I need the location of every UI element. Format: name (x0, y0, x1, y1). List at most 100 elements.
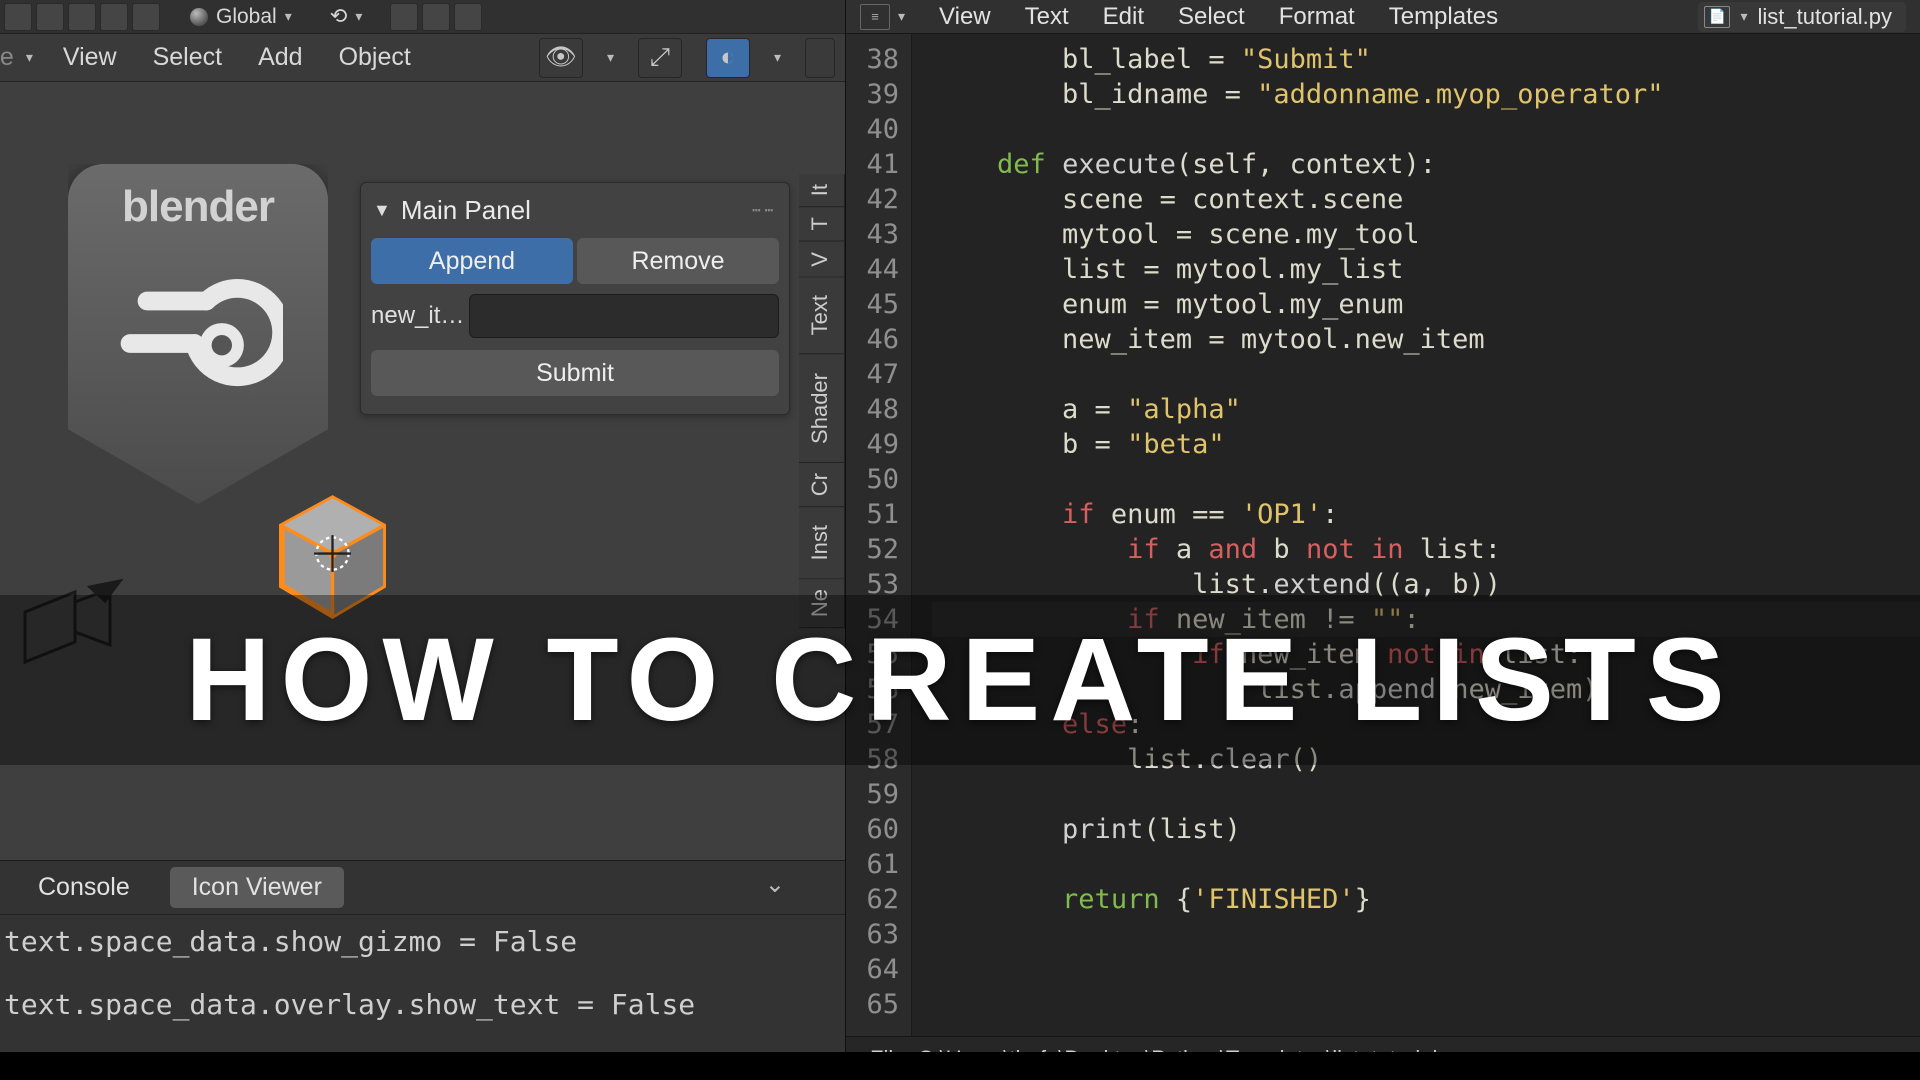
pivot-icon: ⟲ (330, 4, 348, 29)
select-mode-icon[interactable] (132, 3, 160, 31)
console-panel: Console Icon Viewer ⌄ text.space_data.sh… (0, 860, 845, 1080)
console-line: text.space_data.overlay.show_text = Fals… (4, 988, 841, 1021)
menu-add[interactable]: Add (252, 39, 308, 76)
code-line[interactable] (932, 462, 1920, 497)
code-line[interactable]: else: (932, 707, 1920, 742)
tab-inst[interactable]: Inst (799, 507, 845, 579)
pivot-dropdown[interactable]: ⟲ ▾ (324, 2, 369, 32)
code-line[interactable]: def execute(self, context): (932, 147, 1920, 182)
tab-text[interactable]: Text (799, 277, 845, 354)
code-line[interactable] (932, 357, 1920, 392)
console-tab[interactable]: Console (16, 867, 152, 908)
chevron-down-icon: ▾ (898, 8, 905, 25)
field-label: new_it… (371, 294, 463, 338)
gizmo-visibility-icon[interactable]: 👁 (539, 38, 583, 78)
overlay-toggle-icon[interactable]: ⤢ (638, 38, 682, 78)
tab-tool[interactable]: T (799, 207, 845, 241)
tab-ne[interactable]: Ne (799, 579, 845, 628)
shading-mode-icon[interactable]: ◐ (706, 38, 750, 78)
menu-object[interactable]: Object (333, 39, 417, 76)
tab-shader[interactable]: Shader (799, 355, 845, 463)
blender-logo-icon (113, 250, 283, 420)
main-panel: ▼ Main Panel ┅┅ Append Remove new_it… (360, 182, 790, 415)
code-line[interactable]: if enum == 'OP1': (932, 497, 1920, 532)
icon-viewer-tab[interactable]: Icon Viewer (170, 867, 344, 908)
menu-format[interactable]: Format (1279, 3, 1355, 31)
code-line[interactable] (932, 847, 1920, 882)
code-line[interactable] (932, 987, 1920, 1022)
select-mode-icon[interactable] (36, 3, 64, 31)
code-line[interactable]: mytool = scene.my_tool (932, 217, 1920, 252)
code-line[interactable]: bl_idname = "addonname.myop_operator" (932, 77, 1920, 112)
text-editor-header: ≡ ▾ View Text Edit Select Format Templat… (846, 0, 1920, 34)
menu-text[interactable]: Text (1025, 3, 1069, 31)
default-cube[interactable] (275, 492, 390, 622)
code-line[interactable]: enum = mytool.my_enum (932, 287, 1920, 322)
orientation-dropdown[interactable]: Global ▾ (182, 2, 302, 32)
tab-view[interactable]: V (799, 242, 845, 278)
remove-button[interactable]: Remove (577, 238, 779, 284)
code-line[interactable]: bl_label = "Submit" (932, 42, 1920, 77)
snap-icon[interactable] (390, 3, 418, 31)
n-panel-tabs: It T V Text Shader Cr Inst Ne (799, 174, 845, 629)
viewport-menubar: de ▾ View Select Add Object 👁 ▾ ⤢ ◐ ▾ (0, 34, 845, 82)
code-line[interactable]: if a and b not in list: (932, 532, 1920, 567)
code-line[interactable]: list = mytool.my_list (932, 252, 1920, 287)
viewport-pane: Global ▾ ⟲ ▾ de ▾ View Select Add Object… (0, 0, 846, 1080)
code-line[interactable] (932, 917, 1920, 952)
editor-type-icon[interactable]: ≡ (860, 4, 890, 30)
code-line[interactable] (932, 777, 1920, 812)
chevron-down-icon: ▾ (26, 49, 33, 66)
menu-select[interactable]: Select (147, 39, 228, 76)
disclosure-triangle-icon[interactable]: ▼ (373, 200, 391, 221)
code-line[interactable]: list.clear() (932, 742, 1920, 777)
chevron-down-icon: ▾ (285, 8, 292, 25)
submit-button-label: Submit (536, 359, 614, 388)
panel-grip-icon[interactable]: ┅┅ (752, 202, 777, 219)
chevron-down-icon: ▾ (355, 8, 362, 25)
3d-viewport[interactable]: blender ▼ Main Panel ┅┅ (0, 82, 845, 860)
code-line[interactable]: scene = context.scene (932, 182, 1920, 217)
menu-view[interactable]: View (57, 39, 123, 76)
code-line[interactable]: if new_item not in list: (932, 637, 1920, 672)
select-mode-icon[interactable] (4, 3, 32, 31)
code-editor[interactable]: 3839404142434445464748495051525354555657… (846, 34, 1920, 1036)
camera-object[interactable] (20, 587, 130, 677)
blender-logo-badge: blender (68, 164, 328, 504)
mode-dropdown[interactable]: de (0, 39, 20, 76)
orientation-label: Global (216, 5, 277, 29)
code-line[interactable]: print(list) (932, 812, 1920, 847)
chevron-down-icon: ▾ (607, 49, 614, 66)
code-line[interactable]: a = "alpha" (932, 392, 1920, 427)
code-line[interactable]: if new_item != "": (932, 602, 1920, 637)
code-line[interactable]: list.append(new_item) (932, 672, 1920, 707)
code-line[interactable] (932, 112, 1920, 147)
panel-title: Main Panel (401, 195, 531, 226)
code-line[interactable]: return {'FINISHED'} (932, 882, 1920, 917)
snap-option-icon[interactable] (422, 3, 450, 31)
open-file-dropdown[interactable]: 📄 ▾ list_tutorial.py (1698, 2, 1906, 32)
xray-icon[interactable] (805, 38, 835, 78)
menu-edit[interactable]: Edit (1103, 3, 1144, 31)
code-line[interactable]: new_item = mytool.new_item (932, 322, 1920, 357)
code-line[interactable]: b = "beta" (932, 427, 1920, 462)
chevron-down-icon[interactable]: ⌄ (765, 870, 785, 899)
tab-cr[interactable]: Cr (799, 463, 845, 507)
menu-templates[interactable]: Templates (1389, 3, 1498, 31)
code-line[interactable] (932, 952, 1920, 987)
tab-item[interactable]: It (799, 174, 845, 207)
open-filename: list_tutorial.py (1757, 4, 1892, 30)
code-line[interactable]: list.extend((a, b)) (932, 567, 1920, 602)
submit-button[interactable]: Submit (371, 350, 779, 396)
append-button-label: Append (429, 247, 515, 276)
select-mode-icon[interactable] (100, 3, 128, 31)
code-body[interactable]: bl_label = "Submit" bl_idname = "addonna… (912, 34, 1920, 1036)
new-item-input[interactable] (469, 294, 779, 338)
select-mode-icon[interactable] (68, 3, 96, 31)
chevron-down-icon: ▾ (774, 49, 781, 66)
append-button[interactable]: Append (371, 238, 573, 284)
menu-view[interactable]: View (939, 3, 991, 31)
snap-option-icon[interactable] (454, 3, 482, 31)
menu-select[interactable]: Select (1178, 3, 1245, 31)
line-number-gutter: 3839404142434445464748495051525354555657… (846, 34, 912, 1036)
